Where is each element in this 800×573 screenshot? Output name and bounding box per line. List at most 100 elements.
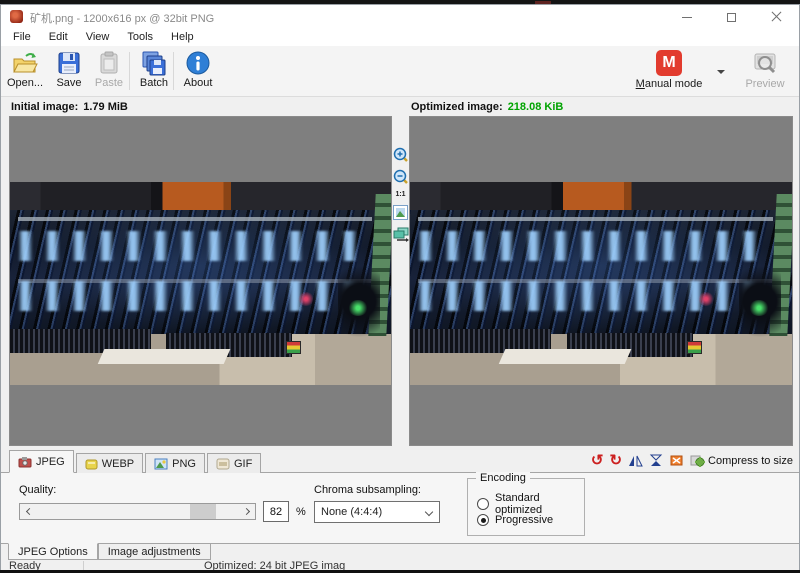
maximize-icon [727,13,736,22]
resize-image-icon[interactable] [669,454,684,467]
about-label: About [184,78,213,89]
photo-rubiks-cube [286,341,301,353]
preview-button: Preview [737,50,793,94]
initial-image-size: 1.79 MiB [83,101,128,113]
menu-file[interactable]: File [4,29,40,46]
size-labels-row: Initial image: 1.79 MiB Optimized image:… [1,97,799,116]
photo-gpu-glow-row [14,231,365,261]
mode-dropdown-icon[interactable] [717,70,725,78]
rotate-left-icon[interactable]: ↺ [591,453,604,468]
manual-mode-button[interactable]: M Manual mode [624,50,714,94]
slider-left-arrow[interactable] [20,504,36,519]
percent-label: % [296,506,306,518]
quality-label: Quality: [19,484,56,496]
optimized-image-info: Optimized image: 218.08 KiB [411,101,563,113]
photo-red-led [698,292,714,306]
tab-webp-label: WEBP [102,458,134,470]
tab-webp[interactable]: WEBP [76,453,143,473]
optimized-image-panel[interactable] [409,116,793,446]
preview-magnifier-icon [752,50,778,76]
app-icon [10,10,23,23]
open-folder-icon [12,50,38,76]
minimize-button[interactable] [664,5,709,29]
photo-table-surface [410,334,792,385]
webp-tab-icon [85,458,98,470]
radio-progressive-label: Progressive [495,514,553,526]
toolbar-separator [173,52,174,90]
radio-standard-optimized[interactable]: Standard optimized [477,492,584,516]
photo-green-led [348,300,368,316]
chroma-selected-value: None (4:4:4) [321,506,382,518]
tab-image-adjustments[interactable]: Image adjustments [98,544,211,560]
radio-icon [477,498,489,510]
paste-label: Paste [95,78,123,89]
tab-gif[interactable]: GIF [207,453,261,473]
batch-button[interactable]: Batch [132,50,176,94]
about-button[interactable]: About [176,50,220,94]
chroma-subsampling-select[interactable]: None (4:4:4) [314,501,440,523]
view-tools-column: 1:1 [392,116,409,446]
jpeg-options-panel: Quality: 82 % Chroma subsampling: None (… [1,473,799,543]
preview-label: Preview [745,78,784,90]
initial-image-panel[interactable] [9,116,392,446]
menu-edit[interactable]: Edit [40,29,77,46]
format-tabs: JPEG WEBP PNG [9,450,263,473]
open-button[interactable]: Open... [3,50,47,94]
options-tab-strip: JPEG Options Image adjustments [1,543,799,560]
chevron-down-icon [425,508,433,516]
minimize-icon [682,17,692,18]
slider-thumb[interactable] [190,504,216,519]
app-window: 矿机.png - 1200x616 px @ 32bit PNG File Ed… [0,4,800,570]
quality-slider[interactable] [19,503,256,520]
manual-mode-label: Manual mode [636,78,703,90]
jpeg-tab-icon [18,456,32,468]
tab-jpeg-label: JPEG [36,456,65,468]
gif-tab-icon [216,458,230,470]
radio-progressive[interactable]: Progressive [477,514,553,526]
optimized-image-label: Optimized image: [411,101,503,113]
flip-vertical-icon[interactable] [649,454,663,467]
tab-png[interactable]: PNG [145,453,205,473]
flip-horizontal-icon[interactable] [628,454,643,467]
transform-icons: ↺ ↻ Compress to size [591,449,793,472]
initial-image-info: Initial image: 1.79 MiB [11,101,128,113]
chevron-left-icon [25,508,32,515]
fit-image-icon[interactable] [393,205,408,220]
slider-right-arrow[interactable] [239,504,255,519]
radio-standard-label: Standard optimized [495,492,584,516]
actual-size-button[interactable]: 1:1 [395,191,405,198]
tab-jpeg[interactable]: JPEG [9,450,74,473]
photo-table-surface [10,334,391,385]
menu-help[interactable]: Help [162,29,203,46]
maximize-button[interactable] [709,5,754,29]
zoom-in-icon[interactable] [393,147,408,162]
zoom-out-icon[interactable] [393,169,408,184]
paste-clipboard-icon [96,50,122,76]
chroma-subsampling-label: Chroma subsampling: [314,484,421,496]
menu-tools[interactable]: Tools [118,29,162,46]
info-icon [185,50,211,76]
tab-gif-label: GIF [234,458,252,470]
tab-jpeg-options[interactable]: JPEG Options [8,543,98,560]
batch-label: Batch [140,78,168,89]
radio-checked-icon [477,514,489,526]
screen: 矿机.png - 1200x616 px @ 32bit PNG File Ed… [0,0,800,573]
photo-green-led [749,300,769,316]
photo-rubiks-cube [687,341,702,353]
menu-view[interactable]: View [77,29,119,46]
close-button[interactable] [754,5,799,29]
chevron-right-icon [242,508,249,515]
compress-gear-icon [690,454,705,467]
optimized-image-size: 218.08 KiB [508,101,564,113]
manual-mnemonic: M [636,78,645,90]
compress-to-size-button[interactable]: Compress to size [690,454,793,467]
format-tab-row: JPEG WEBP PNG [1,449,799,473]
window-title: 矿机.png - 1200x616 px @ 32bit PNG [30,10,214,26]
rotate-right-icon[interactable]: ↻ [609,453,622,468]
save-label: Save [56,78,81,89]
photo-red-led [298,292,314,306]
save-button[interactable]: Save [47,50,91,94]
quality-value-field[interactable]: 82 [263,501,289,522]
open-label: Open... [7,78,43,89]
pan-sync-icon[interactable] [393,227,409,242]
